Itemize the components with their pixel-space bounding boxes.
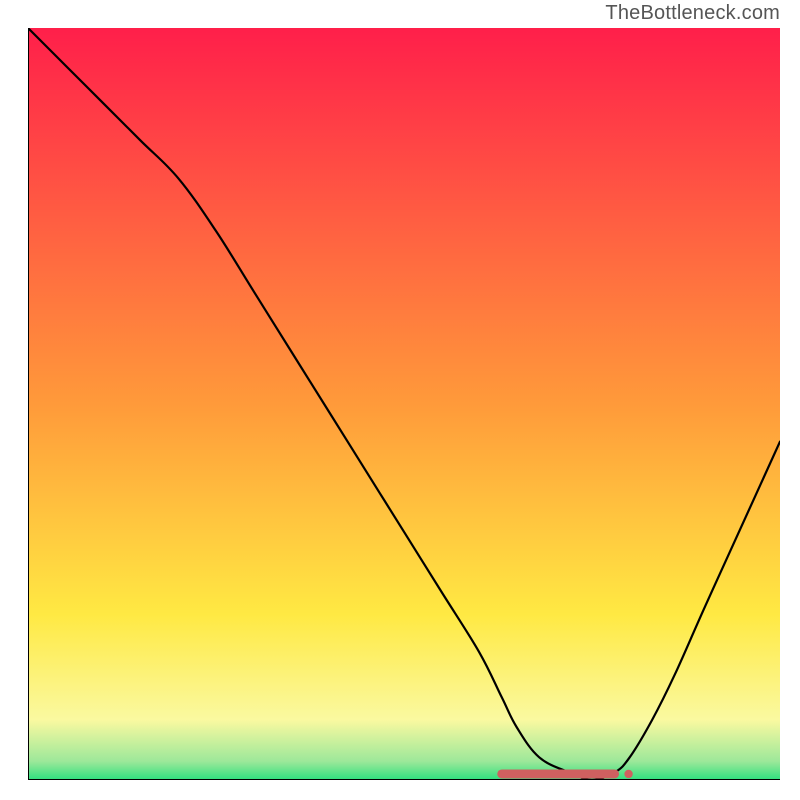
bottleneck-chart — [28, 28, 780, 780]
chart-stage: TheBottleneck.com — [0, 0, 800, 800]
optimum-marker — [502, 770, 633, 778]
attribution-text: TheBottleneck.com — [605, 2, 780, 25]
plot-area — [28, 28, 780, 780]
